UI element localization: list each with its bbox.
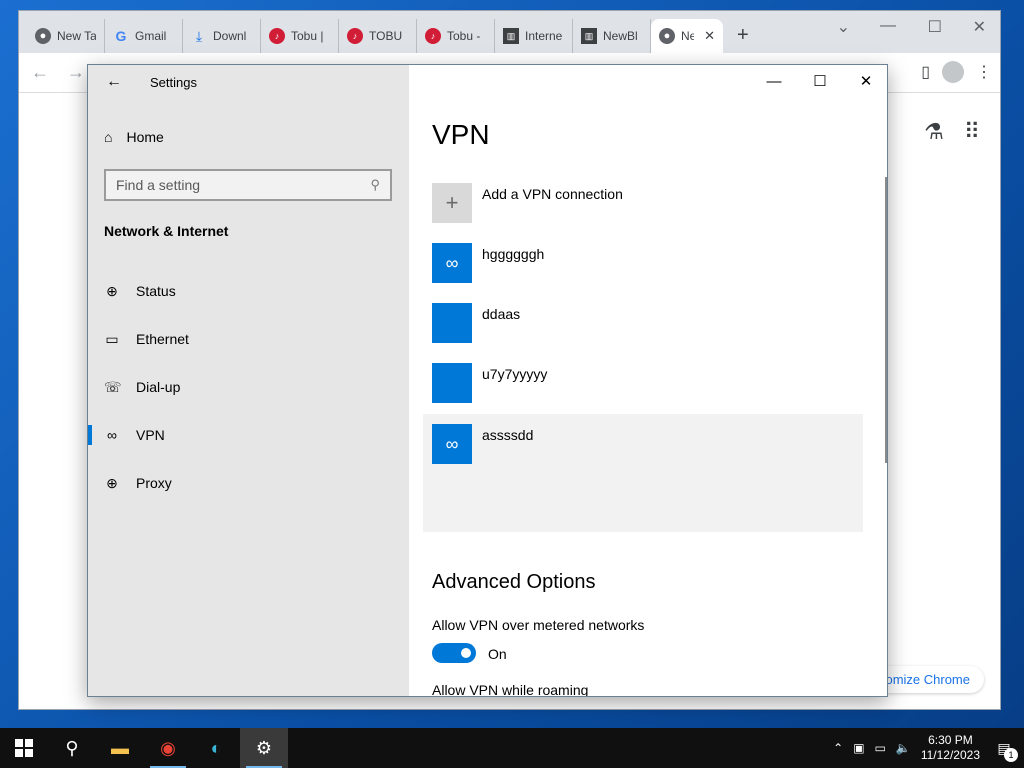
vpn-connection-item[interactable]: ddaas: [432, 303, 872, 363]
window-title: Settings: [150, 75, 197, 90]
download-icon: ⤓: [195, 27, 203, 44]
browser-tab[interactable]: G Gmail: [105, 19, 183, 53]
windows-logo-icon: [15, 739, 33, 757]
browser-tab[interactable]: ♪ Tobu |: [261, 19, 339, 53]
browser-tab[interactable]: ▥ NewBl: [573, 19, 651, 53]
tab-search-icon[interactable]: ⌄: [837, 17, 850, 37]
search-icon: ⚲: [370, 177, 380, 192]
file-explorer-button[interactable]: ▬: [96, 728, 144, 768]
browser-tab[interactable]: ♪ Tobu -: [417, 19, 495, 53]
close-button[interactable]: ✕: [973, 17, 986, 37]
new-tab-button[interactable]: +: [737, 24, 749, 47]
network-icon[interactable]: ▣: [853, 741, 864, 755]
clock[interactable]: 6:30 PM 11/12/2023: [921, 733, 980, 763]
section-heading: Network & Internet: [104, 223, 229, 239]
vpn-link-icon: ∞: [432, 424, 472, 464]
dialup-icon: ☏: [104, 378, 122, 395]
settings-window: ← Settings ⌂ Home ⚲ Network & Internet ⊕…: [87, 64, 888, 697]
sidebar-item-dialup[interactable]: ☏ Dial-up: [88, 367, 409, 407]
close-icon[interactable]: ✕: [704, 28, 715, 44]
back-arrow-icon[interactable]: ←: [31, 62, 67, 83]
toggle-state-label: On: [488, 646, 507, 662]
globe-icon: ⊕: [106, 474, 118, 491]
add-vpn-connection-button[interactable]: + Add a VPN connection: [432, 183, 872, 243]
google-icon: G: [115, 28, 127, 44]
profile-avatar[interactable]: [942, 61, 964, 83]
music-icon: ♪: [347, 28, 363, 44]
toggle-knob: [461, 648, 471, 658]
globe-status-icon: ⊕: [106, 282, 118, 299]
home-nav-item[interactable]: ⌂ Home: [104, 129, 164, 145]
browser-tab[interactable]: ♪ TOBU: [339, 19, 417, 53]
chrome-icon: ●: [35, 28, 51, 44]
settings-sidebar: ← Settings ⌂ Home ⚲ Network & Internet ⊕…: [88, 65, 409, 696]
page-title: VPN: [432, 119, 490, 150]
browser-tab-active[interactable]: ● Ne ✕: [651, 19, 723, 53]
scrollbar[interactable]: [885, 177, 887, 463]
chrome-icon: ●: [659, 28, 675, 44]
bank-icon: ▥: [581, 28, 597, 44]
side-panel-icon[interactable]: ▯: [921, 62, 930, 82]
sidebar-item-status[interactable]: ⊕ Status: [88, 271, 409, 311]
chevron-up-icon[interactable]: ⌃: [833, 741, 843, 755]
metered-networks-toggle[interactable]: [432, 643, 476, 663]
volume-muted-icon[interactable]: 🔈: [896, 741, 911, 755]
menu-kebab-icon[interactable]: ⋮: [976, 62, 992, 82]
metered-networks-label: Allow VPN over metered networks: [432, 617, 645, 633]
notification-badge: 1: [1004, 748, 1018, 762]
minimize-button[interactable]: —: [880, 17, 896, 35]
settings-taskbar-button[interactable]: ⚙: [240, 728, 288, 768]
apps-grid-icon[interactable]: ⠿: [964, 119, 980, 145]
close-button[interactable]: ✕: [843, 65, 887, 97]
add-icon: +: [432, 183, 472, 223]
edge-icon: ◐: [210, 737, 222, 758]
roaming-label: Allow VPN while roaming: [432, 682, 589, 697]
ethernet-icon: ▭: [105, 330, 119, 347]
back-arrow-icon[interactable]: ←: [106, 73, 122, 91]
chrome-icon: ◉: [160, 737, 176, 758]
labs-flask-icon[interactable]: ⚗: [924, 119, 944, 145]
minimize-button[interactable]: —: [751, 65, 797, 97]
maximize-button[interactable]: ☐: [928, 17, 942, 37]
search-input[interactable]: [116, 177, 346, 193]
edge-taskbar-button[interactable]: ◐: [192, 728, 240, 768]
vpn-connection-item[interactable]: ∞ hggggggh: [432, 243, 872, 303]
search-button[interactable]: ⚲: [48, 728, 96, 768]
sidebar-item-ethernet[interactable]: ▭ Ethernet: [88, 319, 409, 359]
chrome-tab-strip: ● New Ta G Gmail ⤓ Downl ♪ Tobu | ♪ TOBU ♪ Tob…: [19, 11, 1000, 53]
gear-icon: ⚙: [255, 737, 273, 758]
chrome-taskbar-button[interactable]: ◉: [144, 728, 192, 768]
music-icon: ♪: [425, 28, 441, 44]
vpn-connection-item-selected[interactable]: ∞ assssdd: [432, 424, 872, 484]
notification-center-button[interactable]: ▤ 1: [990, 734, 1018, 762]
sidebar-item-proxy[interactable]: ⊕ Proxy: [88, 463, 409, 503]
vpn-icon: ∞: [107, 427, 117, 443]
ethernet-tray-icon[interactable]: ▭: [875, 741, 886, 755]
start-button[interactable]: [0, 728, 48, 768]
vpn-connection-item[interactable]: u7y7yyyyy: [432, 363, 872, 423]
home-icon: ⌂: [104, 129, 113, 145]
search-box: ⚲: [104, 169, 392, 201]
browser-tab[interactable]: ● New Ta: [27, 19, 105, 53]
maximize-button[interactable]: ☐: [797, 65, 843, 97]
vpn-tile: [432, 303, 472, 343]
advanced-options-heading: Advanced Options: [432, 571, 596, 593]
browser-tab[interactable]: ▥ Interne: [495, 19, 573, 53]
system-tray: ⌃ ▣ ▭ 🔈 6:30 PM 11/12/2023 ▤ 1: [833, 728, 1024, 768]
search-icon: ⚲: [65, 737, 79, 758]
vpn-link-icon: ∞: [432, 243, 472, 283]
browser-tab[interactable]: ⤓ Downl: [183, 19, 261, 53]
folder-icon: ▬: [111, 737, 129, 758]
bank-icon: ▥: [503, 28, 519, 44]
customize-chrome-button[interactable]: omize Chrome: [871, 666, 984, 693]
vpn-tile: [432, 363, 472, 403]
sidebar-item-vpn[interactable]: ∞ VPN: [88, 415, 409, 455]
taskbar: ⚲ ▬ ◉ ◐ ⚙ ⌃ ▣ ▭ 🔈 6:30 PM 11/12/2023 ▤ 1: [0, 728, 1024, 768]
settings-content: — ☐ ✕ VPN + Add a VPN connection ∞ hgggg…: [409, 65, 887, 697]
music-icon: ♪: [269, 28, 285, 44]
